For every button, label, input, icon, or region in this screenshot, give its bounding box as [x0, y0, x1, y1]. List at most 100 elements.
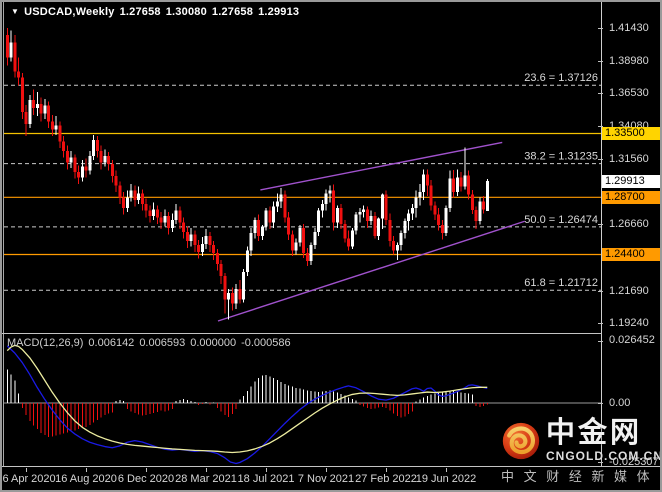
candle-body: [276, 201, 279, 206]
candle-body: [13, 42, 16, 71]
candle-body: [40, 104, 43, 113]
candle-body: [178, 211, 181, 223]
macd-main-line: [7, 346, 487, 464]
price-level-tag: 1.33500: [602, 127, 660, 140]
axis-tick: [598, 93, 603, 94]
date-label: 19 Jun 2022: [416, 473, 477, 485]
candle-body: [298, 228, 301, 243]
macd-value-main: 0.006142: [88, 337, 134, 349]
candle-body: [328, 191, 331, 194]
candle-body: [111, 164, 114, 176]
candle-body: [321, 204, 324, 211]
price-chart-canvas[interactable]: 23.6 = 1.3712638.2 = 1.3123550.0 = 1.264…: [4, 2, 601, 334]
price-axis[interactable]: 0.026452 0.00 -0.025307 1.414301.389801.…: [602, 2, 662, 467]
candle-body: [238, 289, 241, 300]
candle-body: [36, 104, 39, 108]
candle-body: [118, 185, 121, 197]
candle-body: [478, 201, 481, 221]
candle-body: [355, 215, 358, 231]
date-label: 28 Mar 2021: [175, 473, 237, 485]
candle-body: [186, 232, 189, 241]
candle-body: [47, 106, 50, 122]
candle-body: [351, 231, 354, 247]
cngold-watermark: 中金网 CNGOLD.COM.CN 中 文 财 经 新 媒 体: [501, 419, 662, 485]
candle-body: [201, 244, 204, 252]
candle-body: [103, 156, 106, 163]
cngold-logo-icon: [501, 419, 541, 463]
date-label: 7 Nov 2021: [298, 473, 354, 485]
panel-divider[interactable]: [2, 333, 602, 334]
candle-body: [482, 201, 485, 209]
price-chart-panel[interactable]: 23.6 = 1.3712638.2 = 1.3123550.0 = 1.264…: [4, 2, 601, 334]
candle-body: [433, 205, 436, 214]
candle-body: [475, 210, 478, 221]
macd-value-signal: 0.006593: [139, 337, 185, 349]
price-level-tag: 1.29913: [602, 175, 660, 188]
candle-body: [182, 223, 185, 232]
candle-body: [92, 140, 95, 156]
price-level-tag: 1.24400: [602, 248, 660, 261]
axis-tick: [598, 341, 603, 342]
date-tick: [386, 468, 387, 472]
candle-body: [51, 121, 54, 129]
candle-body: [381, 195, 384, 219]
candle-body: [197, 245, 200, 252]
candle-body: [422, 175, 425, 192]
candle-body: [205, 236, 208, 244]
candle-body: [306, 253, 309, 261]
candle-body: [231, 293, 234, 304]
ohlc-low: 1.27658: [212, 6, 253, 18]
candle-body: [220, 264, 223, 276]
candle-body: [85, 167, 88, 171]
candle-body: [448, 179, 451, 208]
candle-body: [141, 193, 144, 204]
candle-body: [370, 216, 373, 221]
price-axis-label: 1.21690: [609, 286, 649, 297]
candle-body: [250, 233, 253, 250]
watermark-slogan: 中 文 财 经 新 媒 体: [501, 466, 662, 485]
candle-body: [10, 42, 13, 57]
date-tick: [446, 468, 447, 472]
axis-tick: [598, 61, 603, 62]
candle-body: [437, 215, 440, 226]
candle-body: [411, 208, 414, 213]
symbol-dropdown-icon[interactable]: ▼: [11, 7, 19, 16]
candle-body: [463, 175, 466, 186]
candle-body: [160, 217, 163, 222]
candle-body: [115, 176, 118, 185]
price-axis-label: 1.26660: [609, 219, 649, 230]
candle-body: [163, 216, 166, 223]
candle-body: [96, 140, 99, 151]
axis-tick: [598, 323, 603, 324]
candle-body: [77, 172, 80, 177]
candle-body: [81, 167, 84, 178]
price-axis-label: 1.36530: [609, 88, 649, 99]
candle-body: [156, 209, 159, 217]
date-tick: [266, 468, 267, 472]
fib-level-label: 61.8 = 1.21712: [524, 277, 598, 289]
fib-level-label: 23.6 = 1.37126: [524, 72, 598, 84]
candle-body: [403, 221, 406, 233]
price-axis-label: 1.41430: [609, 23, 649, 34]
candle-body: [257, 220, 260, 236]
candle-body: [6, 35, 9, 58]
axis-tick: [598, 159, 603, 160]
ohlc-open: 1.27658: [120, 6, 161, 18]
candle-body: [88, 156, 91, 171]
candle-body: [467, 175, 470, 194]
price-level-tag: 1.28700: [602, 191, 660, 204]
axis-tick: [598, 291, 603, 292]
candle-body: [62, 141, 65, 150]
candle-body: [25, 112, 28, 124]
date-tick: [26, 468, 27, 472]
candle-body: [332, 191, 335, 223]
candle-body: [235, 289, 238, 304]
candle-body: [396, 245, 399, 250]
candle-body: [70, 157, 73, 162]
candle-body: [167, 216, 170, 228]
candle-body: [486, 181, 489, 211]
candle-body: [317, 211, 320, 232]
candle-body: [66, 151, 69, 163]
candle-body: [28, 100, 31, 124]
macd-value-zero: 0.000000: [190, 337, 236, 349]
